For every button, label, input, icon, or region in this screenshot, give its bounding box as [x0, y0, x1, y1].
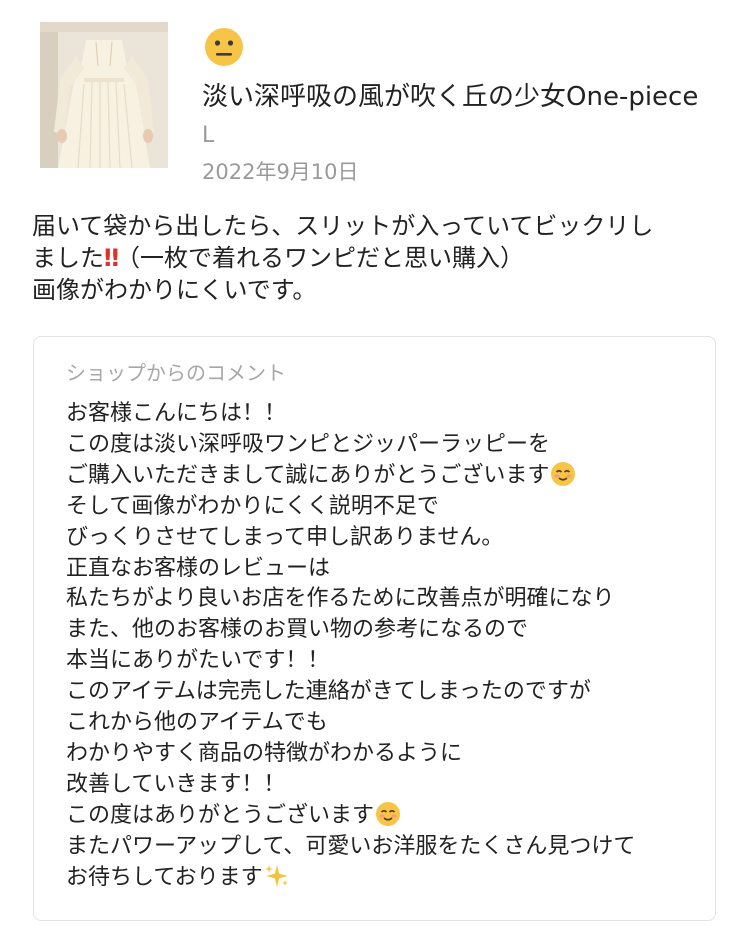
review-line: 画像がわかりにくいです。: [32, 276, 317, 304]
comment-line: お待ちしております: [66, 863, 706, 894]
neutral-face-icon: [205, 28, 243, 66]
comment-line: びっくりさせてしまって申し訳ありません。: [66, 524, 504, 550]
product-thumbnail[interactable]: [40, 22, 168, 168]
double-exclamation-icon: ‼: [104, 244, 119, 272]
product-name[interactable]: 淡い深呼吸の風が吹く丘の少女One-piece: [202, 80, 698, 114]
comment-line: またパワーアップして、可愛いお洋服をたくさん見つけて: [66, 833, 636, 859]
review-line: ました‼（一枚で着れるワンピだと思い購入）: [32, 242, 722, 274]
comment-line: お客様こんにちは！！: [66, 401, 287, 426]
comment-line: これから他のアイテムでも: [66, 710, 328, 736]
comment-line: 正直なお客様のレビューは: [66, 555, 331, 581]
shop-comment-heading: ショップからのコメント: [66, 361, 286, 385]
review-card: 淡い深呼吸の風が吹く丘の少女One-piece L 2022年9月10日 届いて…: [0, 0, 750, 926]
review-line-text: ました: [32, 244, 104, 272]
comment-line: この度は淡い深呼吸ワンピとジッパーラッピーを: [66, 431, 551, 457]
comment-line: そして画像がわかりにくく説明不足で: [66, 493, 439, 519]
sparkles-icon: [264, 864, 288, 887]
review-text: 届いて袋から出したら、スリットが入っていてビックリし ました‼（一枚で着れるワン…: [32, 210, 722, 306]
comment-line-text: この度はありがとうございます: [66, 802, 375, 828]
comment-line-text: お待ちしております: [66, 864, 263, 890]
review-date: 2022年9月10日: [202, 160, 359, 184]
review-line: 届いて袋から出したら、スリットが入っていてビックリし: [32, 212, 654, 240]
comment-line: この度はありがとうございます: [66, 801, 706, 832]
shop-comment-text: お客様こんにちは！！ この度は淡い深呼吸ワンピとジッパーラッピーを ご購入いただ…: [66, 399, 706, 894]
product-size: L: [202, 123, 215, 148]
shop-comment-box: ショップからのコメント お客様こんにちは！！ この度は淡い深呼吸ワンピとジッパー…: [33, 336, 716, 921]
comment-line: ご購入いただきまして誠にありがとうございます: [66, 461, 706, 492]
comment-line: また、他のお客様のお買い物の参考になるので: [66, 617, 529, 643]
comment-line: わかりやすく商品の特徴がわかるように: [66, 740, 463, 766]
smiling-face-icon: [551, 461, 576, 486]
comment-line-text: ご購入いただきまして誠にありがとうございます: [66, 462, 550, 488]
smiling-face-icon: [376, 801, 401, 826]
comment-line: 私たちがより良いお店を作るために改善点が明確になり: [66, 586, 615, 612]
comment-line: 本当にありがたいです！！: [66, 648, 330, 674]
comment-line: このアイテムは完売した連絡がきてしまったのですが: [66, 679, 591, 705]
comment-line: 改善していきます！！: [66, 771, 286, 797]
dress-image: [40, 22, 168, 168]
review-line-text: （一枚で着れるワンピだと思い購入）: [116, 244, 525, 272]
